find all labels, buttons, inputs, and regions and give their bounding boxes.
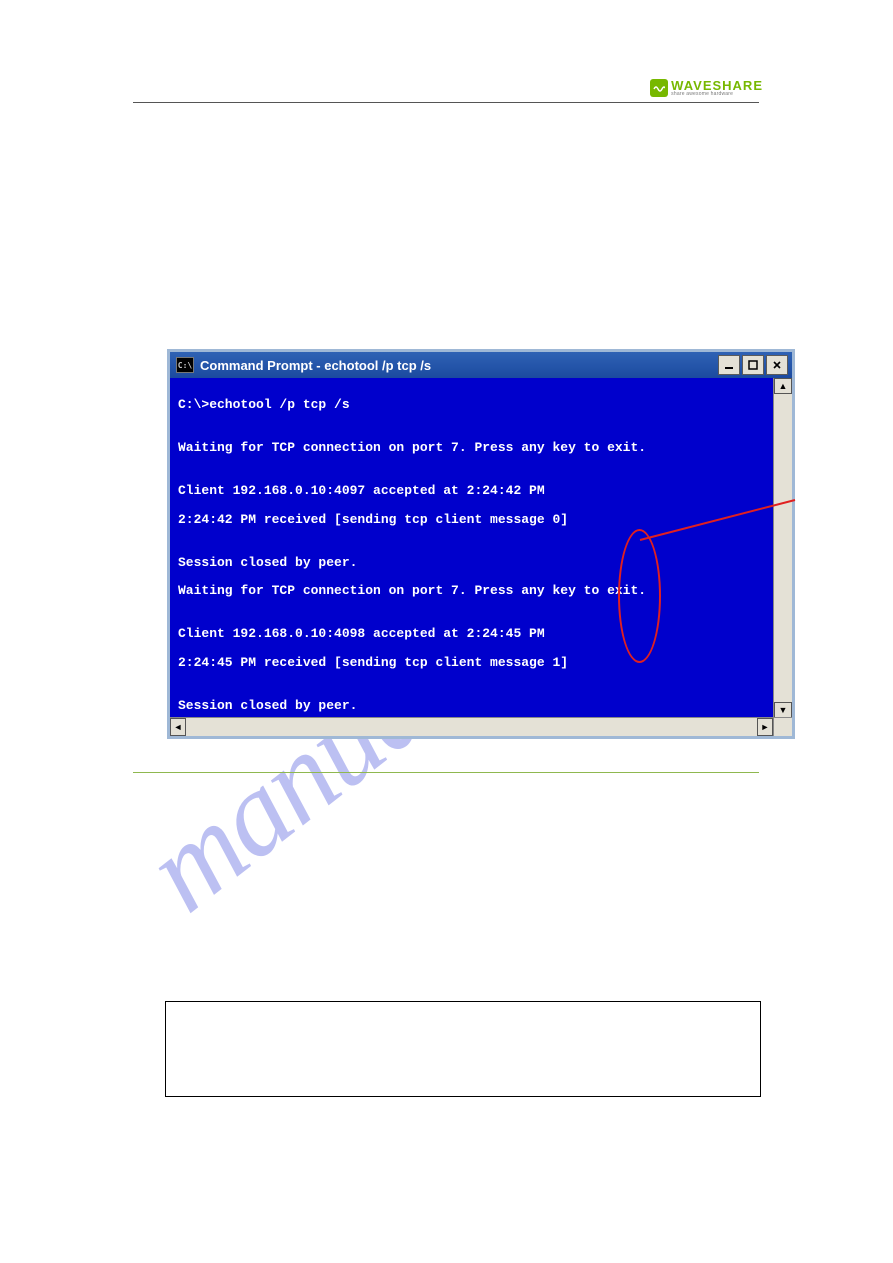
section-divider (133, 772, 759, 773)
brand-logo: WAVESHARE share awesome hardware (650, 78, 763, 98)
horizontal-scrollbar[interactable]: ◄ ► (170, 717, 792, 736)
empty-content-box (165, 1001, 761, 1097)
terminal-line: Waiting for TCP connection on port 7. Pr… (178, 441, 784, 455)
maximize-button[interactable] (742, 355, 764, 375)
terminal-line: C:\>echotool /p tcp /s (178, 398, 784, 412)
terminal-line: Client 192.168.0.10:4098 accepted at 2:2… (178, 627, 784, 641)
window-titlebar[interactable]: C:\ Command Prompt - echotool /p tcp /s (170, 352, 792, 378)
vertical-scrollbar[interactable]: ▲ ▼ (773, 378, 792, 718)
terminal-line: 2:24:42 PM received [sending tcp client … (178, 513, 784, 527)
terminal-line: Session closed by peer. (178, 699, 784, 713)
scroll-up-icon[interactable]: ▲ (774, 378, 792, 394)
scroll-right-icon[interactable]: ► (757, 718, 773, 736)
close-button[interactable] (766, 355, 788, 375)
close-icon (772, 360, 782, 370)
terminal-line: 2:24:45 PM received [sending tcp client … (178, 656, 784, 670)
cmd-icon: C:\ (176, 357, 194, 373)
scrollbar-corner (773, 718, 792, 736)
terminal-line: Session closed by peer. (178, 556, 784, 570)
terminal-line: Client 192.168.0.10:4097 accepted at 2:2… (178, 484, 784, 498)
brand-tagline: share awesome hardware (671, 92, 763, 97)
command-prompt-window: C:\ Command Prompt - echotool /p tcp /s … (167, 349, 795, 739)
terminal-output: C:\>echotool /p tcp /s Waiting for TCP c… (170, 378, 792, 730)
minimize-button[interactable] (718, 355, 740, 375)
maximize-icon (748, 360, 758, 370)
scroll-down-icon[interactable]: ▼ (774, 702, 792, 718)
terminal-line: Waiting for TCP connection on port 7. Pr… (178, 584, 784, 598)
header-divider (133, 102, 759, 103)
minimize-icon (724, 360, 734, 370)
wave-icon (650, 79, 668, 97)
window-title: Command Prompt - echotool /p tcp /s (200, 358, 431, 373)
scroll-left-icon[interactable]: ◄ (170, 718, 186, 736)
